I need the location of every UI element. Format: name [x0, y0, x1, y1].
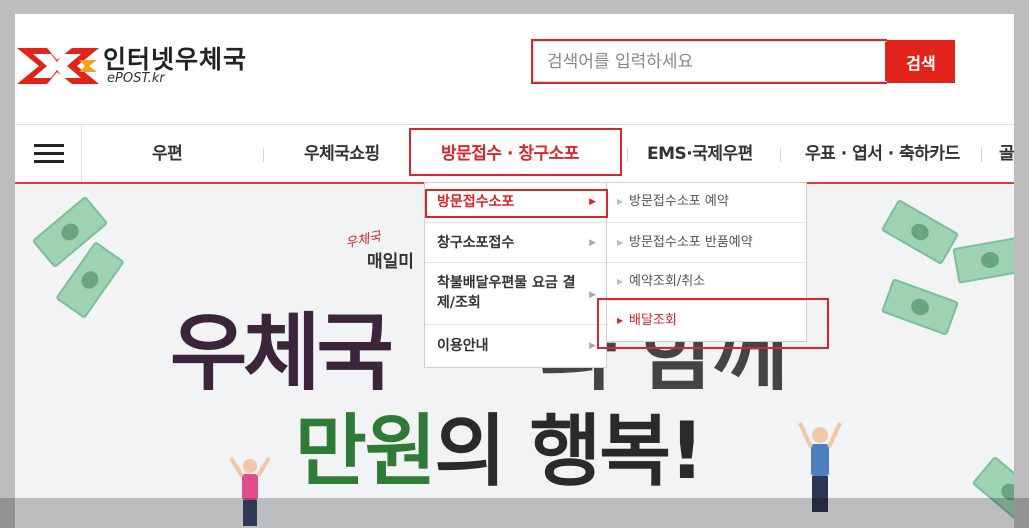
submenu-item-reserve-lookup[interactable]: ▶ 예약조회/취소: [607, 263, 805, 301]
banner-title-line2: 만원의 행복!: [295, 407, 705, 497]
nav-divider: [627, 148, 628, 162]
nav-item-gold[interactable]: 골드: [999, 126, 1014, 182]
browser-viewport: 인터넷우체국 ePOST.kr 검색 우편 우체국쇼핑 방문접수 · 창구소포 …: [15, 14, 1014, 528]
nav-item-shopping[interactable]: 우체국쇼핑: [304, 126, 380, 182]
menu-icon[interactable]: [15, 126, 82, 182]
chevron-right-icon: ▶: [589, 341, 596, 351]
bullet-icon: ▶: [617, 277, 624, 286]
money-bill-icon: [952, 236, 1014, 284]
post-logo-icon: [17, 48, 99, 84]
search-button[interactable]: 검색: [887, 40, 955, 83]
nav-item-ems[interactable]: EMS·국제우편: [647, 126, 753, 182]
chevron-right-icon: ▶: [589, 290, 596, 300]
submenu-item-visit-reserve[interactable]: ▶ 방문접수소포 예약: [607, 183, 805, 223]
highlight-box: [425, 189, 608, 218]
site-header: 인터넷우체국 ePOST.kr 검색: [15, 14, 1014, 125]
highlight-box: [597, 298, 829, 349]
site-logo[interactable]: 인터넷우체국 ePOST.kr: [17, 40, 257, 90]
highlight-box: [409, 128, 622, 176]
nav-divider: [981, 148, 982, 162]
logo-subtitle: ePOST.kr: [107, 71, 165, 86]
search-box: [531, 39, 888, 84]
nav-item-stamps[interactable]: 우표 · 엽서 · 축하카드: [805, 126, 960, 182]
money-bill-icon: [880, 198, 960, 266]
chevron-right-icon: ▶: [589, 238, 596, 248]
overlay-strip: [0, 498, 1029, 528]
money-bill-icon: [880, 278, 960, 336]
banner-headline: 매일미: [367, 252, 414, 272]
submenu-item-counter-parcel[interactable]: 창구소포접수 ▶: [425, 223, 606, 263]
bullet-icon: ▶: [617, 238, 624, 247]
nav-item-post[interactable]: 우편: [152, 126, 183, 182]
search-input[interactable]: [533, 41, 888, 82]
nav-divider: [263, 148, 264, 162]
submenu-item-guide[interactable]: 이용안내 ▶: [425, 325, 606, 367]
bullet-icon: ▶: [617, 197, 624, 206]
submenu-item-cod-payment[interactable]: 착불배달우편물 요금 결제/조회 ▶: [425, 263, 606, 325]
nav-divider: [780, 148, 781, 162]
submenu-item-return-reserve[interactable]: ▶ 방문접수소포 반품예약: [607, 223, 805, 263]
